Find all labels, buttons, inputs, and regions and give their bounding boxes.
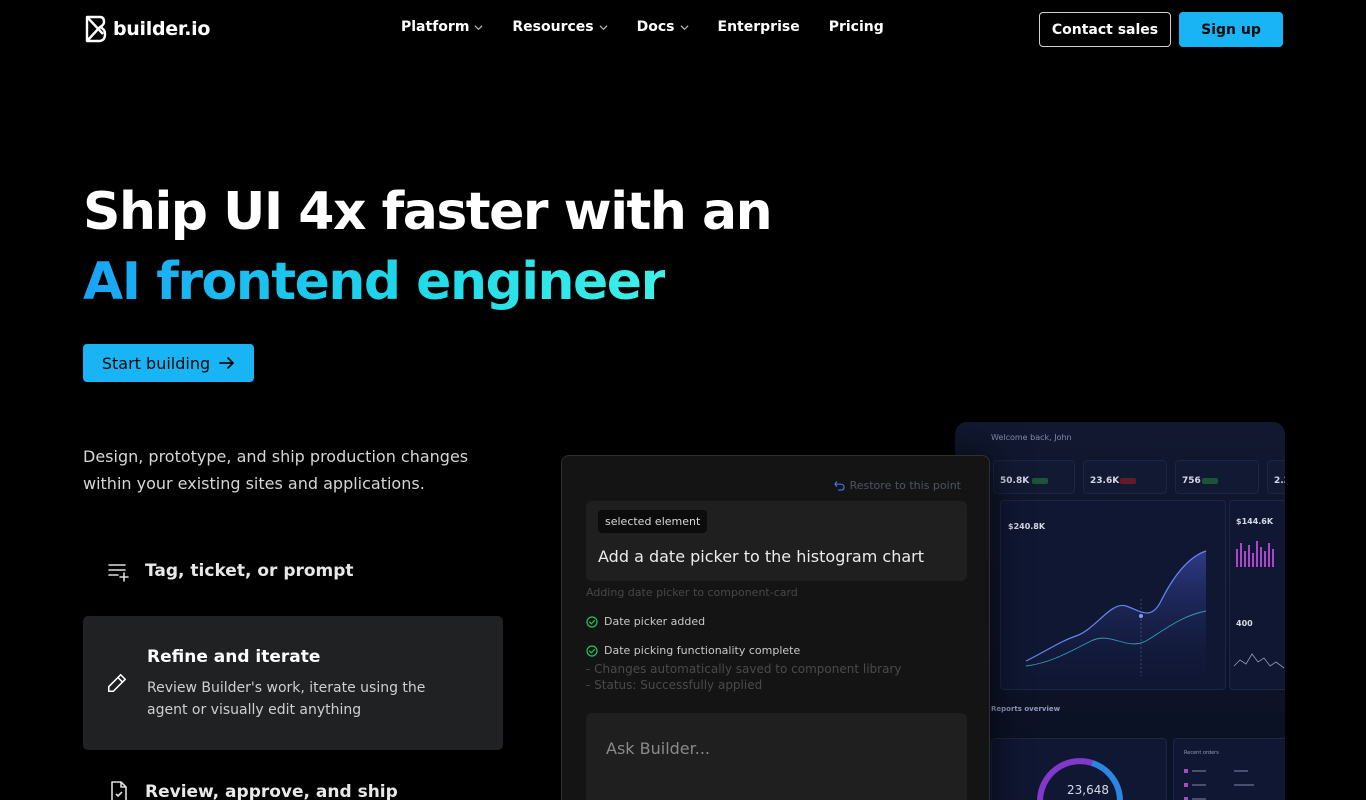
check-item: Date picking functionality complete xyxy=(586,644,800,657)
file-check-icon xyxy=(111,781,127,800)
nav-docs-label: Docs xyxy=(636,19,675,35)
message-text: Add a date picker to the histogram chart xyxy=(598,547,924,566)
nav-pricing-label: Pricing xyxy=(828,19,884,35)
line-sparkline xyxy=(1233,653,1285,669)
reports-title: Reports overview xyxy=(991,705,1061,713)
nav-enterprise-label: Enterprise xyxy=(717,19,800,35)
feature-refine-iterate[interactable]: Refine and iterate Review Builder's work… xyxy=(83,616,503,750)
feature-review-approve-ship[interactable]: Review, approve, and ship xyxy=(83,780,503,800)
nav-docs[interactable]: Docs xyxy=(637,19,689,35)
list-plus-icon xyxy=(108,564,129,582)
stat-pill xyxy=(1202,478,1218,484)
hero-subtitle: Design, prototype, and ship production c… xyxy=(83,447,469,493)
stat-card: 23.6K xyxy=(1083,460,1167,494)
stat-pill xyxy=(1032,478,1048,484)
check-circle-icon xyxy=(586,644,598,657)
start-building-label: Start building xyxy=(101,353,211,373)
stat-value: 23.6K xyxy=(1090,476,1120,486)
stat-card: 756 xyxy=(1175,460,1259,494)
nav-links: Platform Resources Docs Enterprise Prici… xyxy=(401,19,913,35)
contact-sales-button[interactable]: Contact sales xyxy=(1039,12,1171,47)
sign-up-button[interactable]: Sign up xyxy=(1179,12,1283,47)
user-message: selected element Add a date picker to th… xyxy=(586,501,967,581)
start-building-button[interactable]: Start building xyxy=(83,344,254,382)
side-value: $144.6K xyxy=(1236,517,1274,526)
brand-name: builder.io xyxy=(113,18,211,40)
log-line: - Status: Successfully applied xyxy=(586,678,763,692)
top-nav: builder.io Platform Resources Docs Enter… xyxy=(0,0,1366,58)
status-adding: Adding date picker to component-card xyxy=(586,586,798,599)
check-label: Date picking functionality complete xyxy=(604,644,801,657)
nav-enterprise[interactable]: Enterprise xyxy=(718,19,800,35)
hero-title-line1: Ship UI 4x faster with an xyxy=(83,182,773,242)
nav-resources-label: Resources xyxy=(512,19,594,35)
stat-value: 756 xyxy=(1182,476,1201,486)
feature-title: Refine and iterate xyxy=(147,647,321,667)
agent-chat-panel: Restore to this point selected element A… xyxy=(561,455,990,800)
revenue-chart-card: $240.8K xyxy=(1000,500,1226,690)
gauge-card: 23,648 xyxy=(991,738,1167,800)
bar-histogram xyxy=(1236,541,1274,567)
nav-resources[interactable]: Resources xyxy=(512,19,608,35)
chevron-down-icon xyxy=(680,24,689,30)
check-item: Date picker added xyxy=(586,615,705,628)
orders-list xyxy=(1184,769,1254,800)
orders-title: Recent orders xyxy=(1184,750,1219,756)
feature-tag-ticket-prompt[interactable]: Tag, ticket, or prompt xyxy=(83,559,503,583)
nav-platform-label: Platform xyxy=(401,19,470,35)
arrow-right-icon xyxy=(219,357,235,369)
restore-point-link[interactable]: Restore to this point xyxy=(833,479,961,492)
feature-title: Review, approve, and ship xyxy=(145,782,398,800)
side-stats-card: $144.6K 400 xyxy=(1229,500,1285,690)
stat-pill xyxy=(1120,478,1136,484)
stat-value: 2.3 xyxy=(1274,476,1285,486)
brand-logo[interactable]: builder.io xyxy=(83,15,210,43)
ask-builder-input[interactable]: Ask Builder... xyxy=(586,713,967,800)
builder-logo-icon xyxy=(85,15,107,43)
check-circle-icon xyxy=(586,615,598,628)
gauge-value: 23,648 xyxy=(1067,783,1109,797)
stat-value: 50.8K xyxy=(1000,476,1030,486)
undo-icon xyxy=(833,481,845,491)
chevron-down-icon xyxy=(599,24,608,30)
chevron-down-icon xyxy=(474,24,483,30)
restore-label: Restore to this point xyxy=(849,479,961,492)
feature-description: Review Builder's work, iterate using the… xyxy=(147,680,426,718)
pencil-icon xyxy=(107,673,127,693)
nav-pricing[interactable]: Pricing xyxy=(829,19,884,35)
dashboard-preview: Welcome back, John 50.8K 23.6K 756 2.3 $… xyxy=(955,422,1285,800)
ask-placeholder: Ask Builder... xyxy=(606,739,711,758)
side-value-2: 400 xyxy=(1236,619,1253,628)
nav-platform[interactable]: Platform xyxy=(401,19,483,35)
selected-element-tag: selected element xyxy=(598,510,708,533)
stat-card: 2.3 xyxy=(1267,460,1285,494)
hero-title-line2: AI frontend engineer xyxy=(83,252,666,312)
stat-card: 50.8K xyxy=(993,460,1075,494)
log-line: - Changes automatically saved to compone… xyxy=(586,662,902,676)
area-chart xyxy=(1025,550,1207,676)
recent-orders-card: Recent orders xyxy=(1173,738,1285,800)
check-label: Date picker added xyxy=(604,615,706,628)
feature-title: Tag, ticket, or prompt xyxy=(145,561,354,581)
dashboard-welcome: Welcome back, John xyxy=(991,433,1072,442)
